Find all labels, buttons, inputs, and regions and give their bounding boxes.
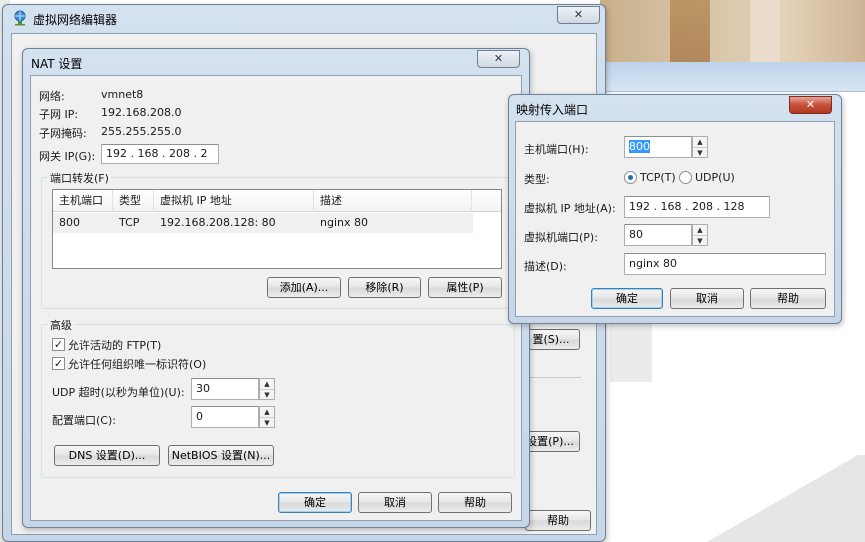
cell-description: nginx 80 bbox=[320, 216, 368, 229]
settings-s-button[interactable]: 置(S)... bbox=[522, 329, 580, 350]
type-label: 类型: bbox=[524, 173, 550, 186]
advanced-group: 高级 ✓ 允许活动的 FTP(T) ✓ 允许任何组织唯一标识符(O) UDP 超… bbox=[41, 317, 515, 478]
cancel-button[interactable]: 取消 bbox=[670, 288, 744, 309]
description-label: 描述(D): bbox=[524, 260, 567, 273]
dns-settings-button[interactable]: DNS 设置(D)... bbox=[54, 445, 160, 466]
port-forwarding-title: 端口转发(F) bbox=[48, 170, 111, 186]
chevron-up-icon[interactable]: ▲ bbox=[260, 407, 274, 417]
subnet-ip-value: 192.168.208.0 bbox=[101, 106, 182, 119]
tcp-radio[interactable] bbox=[624, 171, 637, 184]
dialog-title: 映射传入端口 bbox=[516, 103, 589, 117]
subnet-mask-label: 子网掩码: bbox=[39, 127, 87, 140]
remove-button[interactable]: 移除(R) bbox=[348, 277, 421, 298]
allow-ftp-label[interactable]: 允许活动的 FTP(T) bbox=[68, 337, 161, 353]
close-button[interactable]: ✕ bbox=[789, 96, 832, 114]
host-port-value: 800 bbox=[629, 140, 650, 153]
wallpaper-shape bbox=[670, 0, 710, 62]
column-description[interactable]: 描述 bbox=[314, 190, 472, 212]
udp-timeout-field[interactable]: 30 bbox=[191, 378, 259, 400]
tcp-label[interactable]: TCP(T) bbox=[640, 171, 676, 184]
allow-uuid-checkbox[interactable]: ✓ bbox=[52, 357, 65, 370]
chevron-down-icon[interactable]: ▼ bbox=[260, 417, 274, 427]
chevron-down-icon[interactable]: ▼ bbox=[693, 235, 707, 245]
config-port-field[interactable]: 0 bbox=[191, 406, 259, 428]
host-port-field[interactable]: 800 bbox=[624, 136, 692, 158]
cell-vm-ip: 192.168.208.128: 80 bbox=[160, 216, 276, 229]
close-button[interactable]: ✕ bbox=[557, 6, 600, 24]
dialog-title: NAT 设置 bbox=[31, 57, 83, 71]
udp-label[interactable]: UDP(U) bbox=[695, 171, 735, 184]
gateway-ip-field[interactable]: 192 . 168 . 208 . 2 bbox=[101, 144, 219, 164]
udp-radio[interactable] bbox=[679, 171, 692, 184]
close-button[interactable]: ✕ bbox=[477, 50, 520, 68]
network-label: 网络: bbox=[39, 90, 65, 103]
chevron-up-icon[interactable]: ▲ bbox=[260, 379, 274, 389]
vm-port-stepper[interactable]: ▲ ▼ bbox=[692, 224, 708, 246]
port-forwarding-group: 端口转发(F) 主机端口 类型 虚拟机 IP 地址 描述 800 TCP 192… bbox=[41, 170, 515, 309]
map-client-area: 主机端口(H): 800 ▲ ▼ 类型: TCP(T) UDP(U) 虚拟机 IP… bbox=[515, 121, 835, 317]
table-row[interactable]: 800 TCP 192.168.208.128: 80 nginx 80 bbox=[53, 213, 473, 233]
list-header: 主机端口 类型 虚拟机 IP 地址 描述 bbox=[53, 190, 501, 212]
host-port-stepper[interactable]: ▲ ▼ bbox=[692, 136, 708, 158]
subnet-ip-label: 子网 IP: bbox=[39, 108, 79, 121]
cancel-button[interactable]: 取消 bbox=[358, 492, 432, 513]
background-window-header bbox=[600, 62, 865, 92]
config-port-label: 配置端口(C): bbox=[52, 414, 116, 427]
title-bar[interactable]: 虚拟网络编辑器 bbox=[3, 5, 605, 31]
ok-button[interactable]: 确定 bbox=[278, 492, 352, 513]
cell-type: TCP bbox=[119, 216, 140, 229]
add-button[interactable]: 添加(A)... bbox=[267, 277, 341, 298]
window-title: 虚拟网络编辑器 bbox=[33, 13, 118, 27]
chevron-down-icon[interactable]: ▼ bbox=[693, 147, 707, 157]
map-incoming-port-dialog: 映射传入端口 ✕ 主机端口(H): 800 ▲ ▼ 类型: TCP(T) UDP(… bbox=[508, 94, 842, 324]
help-button[interactable]: 帮助 bbox=[750, 288, 826, 309]
gateway-label: 网关 IP(G): bbox=[39, 150, 96, 163]
title-bar[interactable]: NAT 设置 bbox=[23, 49, 529, 75]
nat-client-area: 网络: vmnet8 子网 IP: 192.168.208.0 子网掩码: 25… bbox=[30, 75, 522, 521]
chevron-up-icon[interactable]: ▲ bbox=[693, 225, 707, 235]
host-port-label: 主机端口(H): bbox=[524, 143, 589, 156]
wallpaper-shape bbox=[750, 0, 780, 62]
properties-button[interactable]: 属性(P) bbox=[428, 277, 502, 298]
udp-timeout-stepper[interactable]: ▲ ▼ bbox=[259, 378, 275, 400]
cell-host-port: 800 bbox=[59, 216, 80, 229]
udp-timeout-label: UDP 超时(以秒为单位)(U): bbox=[52, 386, 185, 399]
column-type[interactable]: 类型 bbox=[113, 190, 154, 212]
config-port-stepper[interactable]: ▲ ▼ bbox=[259, 406, 275, 428]
port-forwarding-list[interactable]: 主机端口 类型 虚拟机 IP 地址 描述 800 TCP 192.168.208… bbox=[52, 189, 502, 269]
vm-ip-field[interactable]: 192 . 168 . 208 . 128 bbox=[624, 196, 770, 218]
ok-button[interactable]: 确定 bbox=[591, 288, 663, 309]
vm-ip-label: 虚拟机 IP 地址(A): bbox=[524, 202, 616, 215]
background-decoration bbox=[700, 455, 865, 542]
netbios-settings-button[interactable]: NetBIOS 设置(N)... bbox=[168, 445, 274, 466]
separator bbox=[525, 377, 581, 378]
allow-ftp-checkbox[interactable]: ✓ bbox=[52, 338, 65, 351]
allow-uuid-label[interactable]: 允许任何组织唯一标识符(O) bbox=[68, 356, 206, 372]
vm-port-field[interactable]: 80 bbox=[624, 224, 692, 246]
chevron-down-icon[interactable]: ▼ bbox=[260, 389, 274, 399]
network-globe-icon bbox=[14, 10, 26, 26]
vm-port-label: 虚拟机端口(P): bbox=[524, 231, 598, 244]
advanced-title: 高级 bbox=[48, 317, 74, 333]
network-value: vmnet8 bbox=[101, 88, 144, 101]
chevron-up-icon[interactable]: ▲ bbox=[693, 137, 707, 147]
description-field[interactable]: nginx 80 bbox=[624, 253, 826, 275]
help-button[interactable]: 帮助 bbox=[525, 510, 591, 531]
nat-settings-dialog: NAT 设置 ✕ 网络: vmnet8 子网 IP: 192.168.208.0… bbox=[22, 48, 530, 528]
subnet-mask-value: 255.255.255.0 bbox=[101, 125, 182, 138]
column-host-port[interactable]: 主机端口 bbox=[53, 190, 113, 212]
column-vm-ip[interactable]: 虚拟机 IP 地址 bbox=[154, 190, 314, 212]
help-button[interactable]: 帮助 bbox=[438, 492, 512, 513]
desktop-wallpaper bbox=[600, 0, 865, 62]
